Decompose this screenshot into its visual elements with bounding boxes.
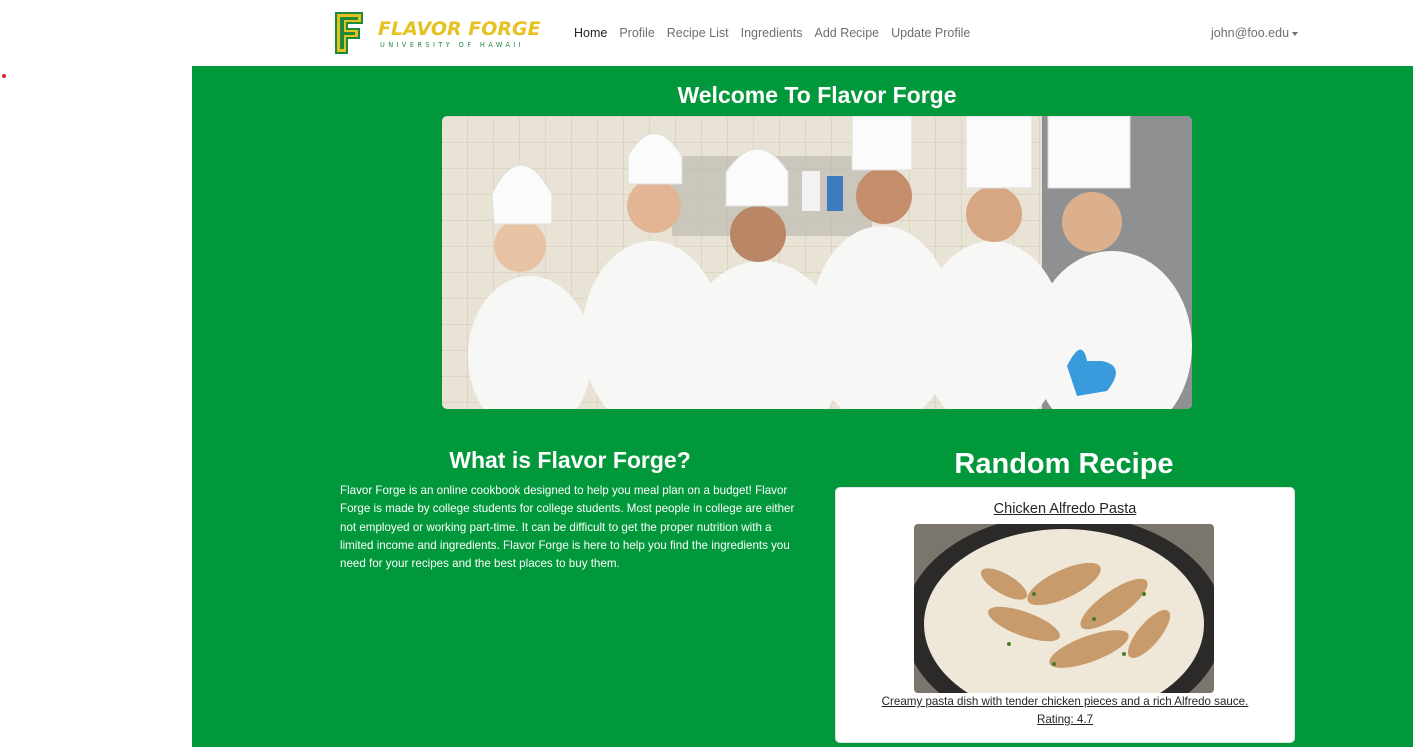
- random-recipe-card: Chicken Alfredo Pasta Creamy pasta dish …: [835, 487, 1295, 743]
- user-dropdown[interactable]: john@foo.edu: [1211, 26, 1299, 40]
- user-email: john@foo.edu: [1211, 26, 1290, 40]
- nav-profile[interactable]: Profile: [619, 26, 654, 40]
- recipe-name-link[interactable]: Chicken Alfredo Pasta: [836, 501, 1294, 517]
- navbar: FLAVOR FORGE UNIVERSITY OF HAWAII Home P…: [0, 0, 1413, 66]
- caret-down-icon: [1292, 31, 1299, 36]
- recipe-description-link[interactable]: Creamy pasta dish with tender chicken pi…: [836, 695, 1294, 708]
- stray-dot: [2, 74, 6, 78]
- nav-home[interactable]: Home: [574, 26, 607, 40]
- nav-update-profile[interactable]: Update Profile: [891, 26, 970, 40]
- recipe-image[interactable]: [914, 524, 1214, 693]
- main-section: Welcome To Flavor Forge What is Flavor F…: [192, 66, 1413, 747]
- nav-recipe-list[interactable]: Recipe List: [667, 26, 729, 40]
- welcome-title: Welcome To Flavor Forge: [677, 82, 957, 108]
- recipe-rating-link[interactable]: Rating: 4.7: [836, 713, 1294, 726]
- random-recipe-title: Random Recipe: [954, 448, 1174, 480]
- main-nav: Home Profile Recipe List Ingredients Add…: [574, 26, 970, 40]
- chefs-hero-image: [442, 116, 1192, 409]
- about-text: Flavor Forge is an online cookbook desig…: [340, 484, 795, 571]
- nav-add-recipe[interactable]: Add Recipe: [814, 26, 879, 40]
- about-title: What is Flavor Forge?: [449, 447, 691, 473]
- logo-subtext: UNIVERSITY OF HAWAII: [380, 41, 524, 49]
- flavor-forge-logo[interactable]: FLAVOR FORGE UNIVERSITY OF HAWAII: [334, 11, 550, 55]
- nav-ingredients[interactable]: Ingredients: [741, 26, 803, 40]
- logo-text: FLAVOR FORGE: [378, 18, 541, 40]
